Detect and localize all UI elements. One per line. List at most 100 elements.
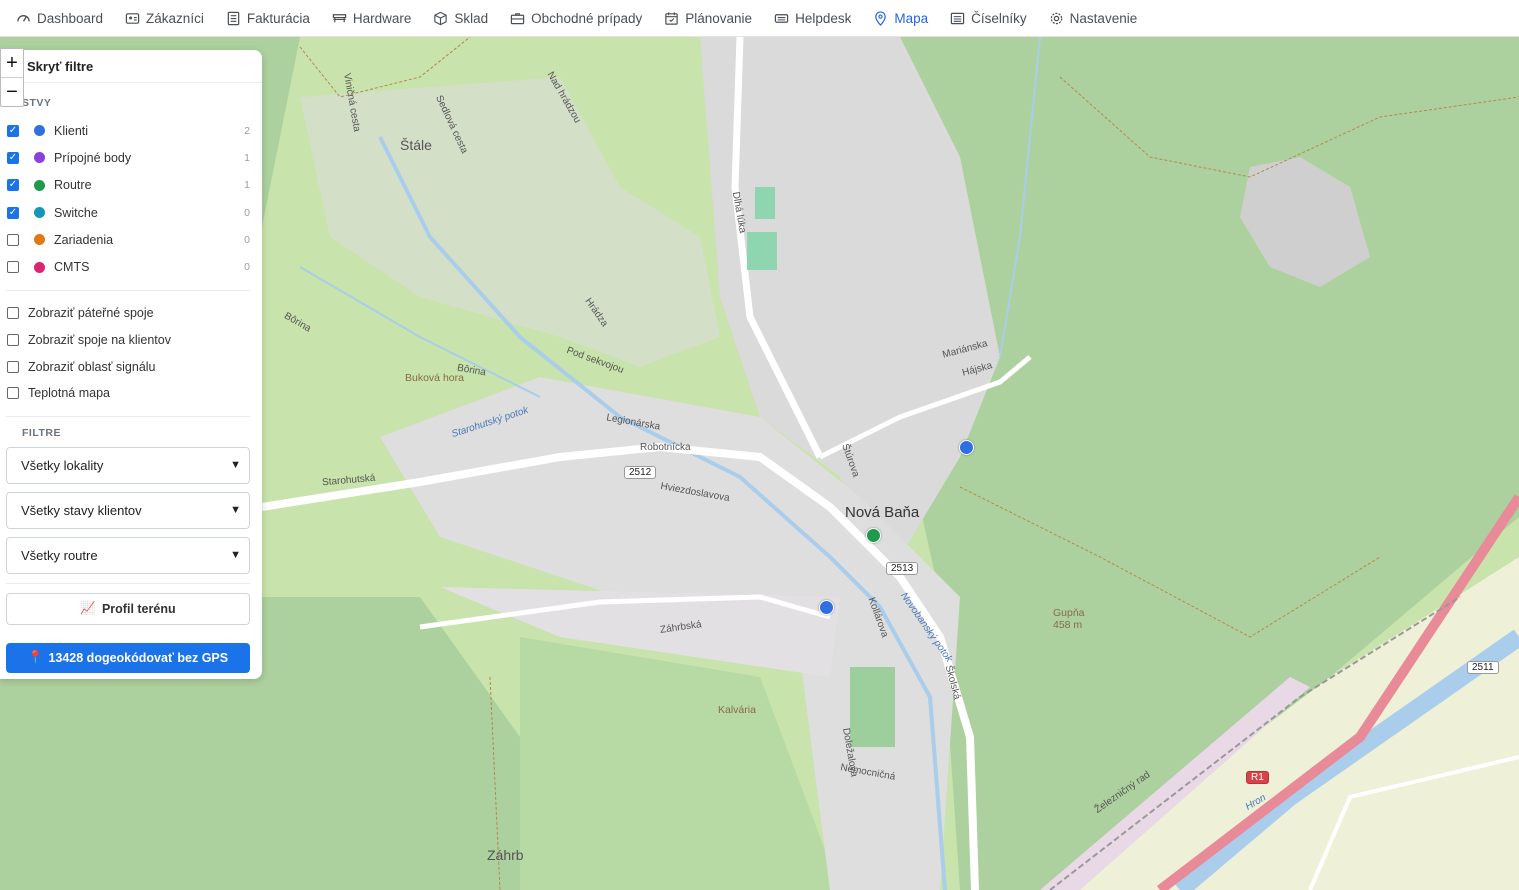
nav-item-obchodné-prípady[interactable]: Obchodné prípady [510,11,642,26]
nav-item-label: Fakturácia [246,10,310,26]
nav-item-hardware[interactable]: Hardware [332,10,412,26]
nav-item-plánovanie[interactable]: Plánovanie [664,11,752,26]
nav-item-fakturácia[interactable]: Fakturácia [226,11,310,26]
geocode-button[interactable]: 📍 13428 dogeokódovať bez GPS [6,642,250,673]
layer-count: 0 [244,233,250,246]
chevron-down-icon: ▼ [230,549,241,562]
briefcase-icon [510,11,525,26]
layer-color-dot [34,179,45,191]
divider [6,289,250,291]
chevron-down-icon: ▼ [230,459,241,472]
filter-select[interactable]: Všetky stavy klientov ▼ [6,491,250,529]
top-navigation: Dashboard Zákazníci Fakturácia Hardware Skla… [0,0,1519,37]
client-marker-south[interactable] [819,600,834,615]
geocode-label: 13428 dogeokódovať bez GPS [48,650,229,665]
option-label: Teplotná mapa [28,386,111,401]
invoice-icon [226,11,241,26]
nav-item-helpdesk[interactable]: Helpdesk [774,11,851,26]
layer-count: 0 [244,261,250,274]
terrain-profile-button[interactable]: 📈 Profil terénu [6,592,250,625]
layer-row-cmts[interactable]: CMTS 0 [0,253,262,280]
option-row[interactable]: Zobraziť páteřné spoje [0,300,262,327]
filter-select[interactable]: Všetky routre ▼ [6,536,250,574]
layer-checkbox[interactable] [7,261,19,274]
filter-select[interactable]: Všetky lokality ▼ [6,446,250,484]
nav-item-label: Mapa [894,10,929,26]
layer-label: Routre [54,178,92,193]
option-label: Zobraziť páteřné spoje [28,306,154,321]
nav-item-mapa[interactable]: Mapa [873,11,928,26]
layer-list: Klienti2Prípojné body1Routre1Switche0Zar… [0,117,262,281]
terrain-profile-label: Profil terénu [101,601,176,616]
nav-item-label: Číselníky [971,10,1027,26]
layer-label: Prípojné body [54,150,132,165]
nav-item-label: Obchodné prípady [531,10,643,26]
nav-item-nastavenie[interactable]: Nastavenie [1049,11,1137,26]
road-shield-2512: 2512 [624,466,657,479]
layer-count: 0 [244,206,250,219]
layer-row-routre[interactable]: Routre 1 [0,172,262,199]
divider [6,415,250,417]
road-shield-2513: 2513 [886,562,919,575]
zoom-in-button[interactable]: + [1,49,23,77]
nav-item-sklad[interactable]: Sklad [433,11,488,26]
layer-label: Zariadenia [54,232,114,247]
option-checkbox[interactable] [7,333,19,346]
hide-filters-toggle[interactable]: Skryť filtre [0,50,262,83]
layer-color-dot [34,207,45,219]
nav-item-label: Dashboard [37,10,104,26]
option-checkbox[interactable] [7,387,19,400]
nav-item-dashboard[interactable]: Dashboard [16,11,103,26]
layer-color-dot [34,125,45,137]
layer-label: CMTS [54,260,90,275]
map-label-kalvaria: Kalvária [718,704,756,716]
customers-icon [125,11,140,26]
zoom-out-button[interactable]: − [1,77,23,106]
map-pin-icon [873,10,888,26]
pin-icon: 📍 [27,650,44,665]
calendar-icon [664,11,679,26]
option-label: Zobraziť oblasť signálu [28,359,156,374]
router-marker-center[interactable] [866,528,881,543]
layer-row-zariadenia[interactable]: Zariadenia 0 [0,226,262,253]
option-row[interactable]: Zobraziť spoje na klientov [0,326,262,353]
select-value: Všetky stavy klientov [21,502,142,518]
nav-item-zákazníci[interactable]: Zákazníci [125,11,204,26]
layer-label: Switche [54,205,98,220]
option-checkbox[interactable] [7,307,19,320]
layer-row-prípojné-body[interactable]: Prípojné body 1 [0,144,262,171]
nav-item-číselníky[interactable]: Číselníky [950,11,1027,26]
option-row[interactable]: Zobraziť oblasť signálu [0,353,262,380]
option-checkbox[interactable] [7,360,19,373]
nav-item-label: Plánovanie [685,10,753,26]
layer-count: 2 [244,124,250,137]
nav-item-label: Sklad [454,10,489,26]
ticket-icon [774,11,789,26]
layer-count: 1 [244,179,250,192]
gear-icon [1049,11,1064,26]
nav-item-label: Hardware [352,10,412,26]
option-row[interactable]: Teplotná mapa [0,380,262,407]
layer-checkbox[interactable] [7,179,19,192]
layer-row-switche[interactable]: Switche 0 [0,199,262,226]
client-marker-east[interactable] [959,440,974,455]
option-list: Zobraziť páteřné spoje Zobraziť spoje na … [0,300,262,407]
filter-panel: Skryť filtre STVY Klienti 2 Prípojné body 1… [0,50,262,679]
nav-item-label: Zákazníci [146,10,204,26]
layer-color-dot [34,234,45,246]
chart-icon: 📈 [80,601,96,616]
layer-checkbox[interactable] [7,124,19,137]
box-icon [433,11,448,26]
map-label-robotnicka: Robotnícka [640,442,691,453]
map-label-gupna-alt: 458 m [1053,619,1083,631]
layer-checkbox[interactable] [7,151,19,164]
layer-checkbox[interactable] [7,206,19,219]
layer-checkbox[interactable] [7,233,19,246]
filter-selects: Všetky lokality ▼ Všetky stavy klientov ▼ Vš… [0,446,262,574]
map-label-gupna: Gupňa [1053,607,1085,619]
divider [6,582,250,584]
layer-row-klienti[interactable]: Klienti 2 [0,117,262,144]
nav-item-label: Helpdesk [795,10,852,26]
select-value: Všetky routre [21,547,98,563]
layer-count: 1 [244,151,250,164]
